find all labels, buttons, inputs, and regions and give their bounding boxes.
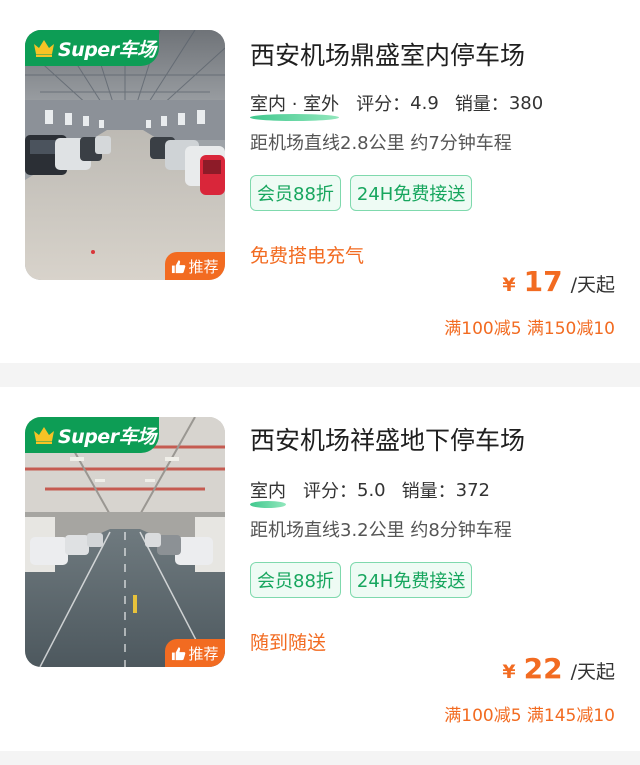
parking-lot-title[interactable]: 西安机场祥盛地下停车场 — [250, 421, 620, 457]
parking-photo[interactable]: Super车场 推荐 — [25, 417, 225, 667]
recommend-badge: 推荐 — [165, 639, 225, 667]
rating-label: 评分： — [303, 481, 357, 502]
type-underline — [250, 114, 340, 121]
parking-type: 室内 — [250, 477, 286, 508]
price-unit: /天起 — [570, 274, 615, 296]
parking-type-label: 室内 — [250, 481, 286, 502]
parking-photo[interactable]: Super车场 推荐 — [25, 30, 225, 280]
currency-symbol: ¥ — [502, 661, 516, 683]
rating-label: 评分： — [356, 94, 411, 115]
listing-meta: 室内 · 室外 评分： 4.9 销量： 380 — [250, 90, 544, 121]
discount-info: 满100减5 满145减10 — [444, 706, 615, 726]
thumbs-up-icon — [172, 646, 186, 660]
sales-value: 372 — [455, 479, 490, 501]
service-highlight: 免费搭电充气 — [250, 245, 365, 267]
super-badge-label: Super车场 — [58, 38, 156, 61]
recommend-label: 推荐 — [188, 644, 219, 663]
recommend-label: 推荐 — [188, 257, 219, 276]
rating-value: 4.9 — [410, 92, 439, 114]
crown-icon — [34, 427, 54, 444]
distance-info: 距机场直线2.8公里 约7分钟车程 — [250, 133, 512, 154]
price-block: ¥ 17 /天起 — [502, 265, 615, 298]
super-parking-badge: Super车场 — [25, 30, 159, 66]
super-parking-badge: Super车场 — [25, 417, 159, 453]
tag-member-discount: 会员88折 — [250, 175, 341, 211]
discount-info: 满100减5 满150减10 — [444, 319, 615, 339]
service-highlight: 随到随送 — [250, 632, 327, 654]
rating-value: 5.0 — [357, 479, 386, 501]
underground-parking-image — [25, 417, 225, 667]
currency-symbol: ¥ — [502, 274, 516, 296]
sales-value: 380 — [508, 92, 544, 114]
sales-label: 销量： — [401, 481, 456, 502]
feature-tags: 会员88折 24H免费接送 — [250, 562, 481, 598]
price-unit: /天起 — [570, 661, 615, 683]
feature-tags: 会员88折 24H免费接送 — [250, 175, 481, 211]
super-badge-label: Super车场 — [58, 425, 156, 448]
recommend-badge: 推荐 — [165, 252, 225, 280]
tag-member-discount: 会员88折 — [250, 562, 341, 598]
listing-meta: 室内 评分： 5.0 销量： 372 — [250, 477, 490, 508]
parking-listing-card[interactable]: Super车场 推荐 西安机场祥盛地下停车场 室内 评分： 5.0 销量： 37… — [0, 387, 640, 751]
crown-icon — [34, 40, 54, 57]
price-block: ¥ 22 /天起 — [502, 652, 615, 685]
distance-info: 距机场直线3.2公里 约8分钟车程 — [250, 520, 512, 541]
type-underline — [250, 501, 286, 508]
price-amount: 22 — [523, 652, 563, 685]
parking-type-label: 室内 · 室外 — [250, 94, 340, 115]
parking-listing-card[interactable]: Super车场 推荐 西安机场鼎盛室内停车场 室内 · 室外 评分： 4.9 销… — [0, 0, 640, 363]
parking-type: 室内 · 室外 — [250, 90, 340, 121]
price-amount: 17 — [523, 265, 563, 298]
tag-free-shuttle: 24H免费接送 — [349, 175, 473, 211]
parking-lot-title[interactable]: 西安机场鼎盛室内停车场 — [250, 36, 620, 72]
thumbs-up-icon — [172, 259, 186, 273]
sales-label: 销量： — [454, 94, 509, 115]
tag-free-shuttle: 24H免费接送 — [349, 562, 473, 598]
indoor-parking-image — [25, 30, 225, 280]
